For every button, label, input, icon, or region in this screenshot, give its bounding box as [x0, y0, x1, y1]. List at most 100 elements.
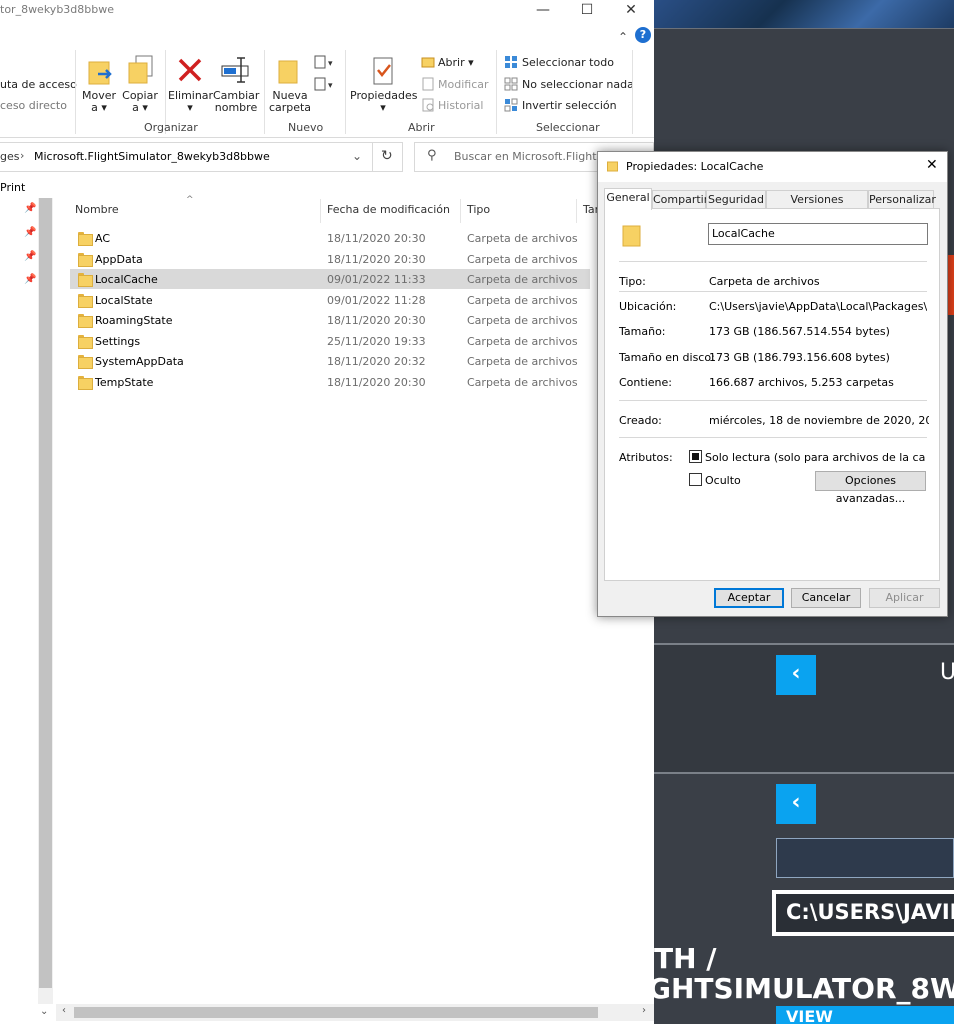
delete-button[interactable]: Eliminar ▾: [168, 54, 213, 116]
chevron-down-icon[interactable]: ⌄: [352, 149, 362, 163]
invert-selection-button[interactable]: Invertir selección: [522, 99, 617, 112]
new-folder-button[interactable]: Nueva carpeta: [268, 54, 312, 116]
svg-text:▾: ▾: [328, 81, 333, 91]
paste-shortcut-button[interactable]: ceso directo: [0, 99, 67, 112]
scroll-right-icon[interactable]: ›: [642, 1005, 646, 1016]
file-row[interactable]: TempState 18/11/2020 20:30 Carpeta de arch…: [70, 372, 590, 392]
file-date: 18/11/2020 20:30: [327, 252, 426, 266]
general-tab-panel: LocalCache Tipo: Carpeta de archivos Ubi…: [604, 208, 940, 581]
location-label: Ubicación:: [619, 300, 677, 313]
file-name: TempState: [95, 375, 154, 389]
created-value: miércoles, 18 de noviembre de 2020, 20:3…: [709, 414, 929, 427]
rename-button[interactable]: Cambiar nombre: [213, 54, 259, 116]
maximize-button[interactable]: ☐: [564, 0, 610, 22]
breadcrumb-prefix[interactable]: ges: [0, 150, 19, 163]
tab-general[interactable]: General: [604, 188, 652, 210]
chevron-up-icon[interactable]: ⌃: [618, 30, 628, 44]
hidden-checkbox[interactable]: [689, 473, 702, 486]
sort-up-icon: ^: [186, 195, 194, 205]
view-button[interactable]: VIEW: [776, 1006, 954, 1024]
column-date[interactable]: Fecha de modificación: [327, 203, 450, 216]
file-type: Carpeta de archivos: [467, 334, 578, 348]
file-row[interactable]: Settings 25/11/2020 19:33 Carpeta de archi…: [70, 331, 590, 351]
disk-size-value: 173 GB (186.793.156.608 bytes): [709, 351, 890, 364]
file-date: 25/11/2020 19:33: [327, 334, 426, 348]
pin-icon: 📌: [24, 274, 37, 285]
tab-versiones[interactable]: Versiones anteriores: [766, 190, 868, 224]
pin-quick-access-button[interactable]: uta de acceso: [0, 78, 77, 91]
scroll-left-icon[interactable]: ‹: [62, 1005, 66, 1016]
new-item-icon[interactable]: ▾: [314, 54, 338, 72]
select-all-button[interactable]: Seleccionar todo: [522, 56, 614, 69]
cancel-button[interactable]: Cancelar: [791, 588, 861, 608]
folder-name-input[interactable]: LocalCache: [708, 223, 928, 245]
type-value: Carpeta de archivos: [709, 275, 820, 288]
close-button[interactable]: ✕: [608, 0, 654, 22]
file-row[interactable]: SystemAppData 18/11/2020 20:32 Carpeta de …: [70, 351, 590, 371]
readonly-checkbox[interactable]: [689, 450, 702, 463]
file-explorer-window: tor_8wekyb3d8bbwe — ☐ ✕ ⌃ ? uta de acces…: [0, 0, 654, 1024]
nav-item-print[interactable]: Print: [0, 181, 25, 194]
svg-text:▾: ▾: [328, 59, 333, 69]
breadcrumb-current[interactable]: Microsoft.FlightSimulator_8wekyb3d8bbwe: [34, 150, 270, 163]
search-input[interactable]: Buscar en Microsoft.FlightSi: [454, 150, 607, 163]
back-arrow-button-2[interactable]: ‹: [776, 784, 816, 824]
ok-button[interactable]: Aceptar: [714, 588, 784, 608]
created-label: Creado:: [619, 414, 662, 427]
column-name[interactable]: Nombre: [75, 203, 119, 216]
folder-icon: [78, 355, 93, 369]
tab-seguridad[interactable]: Seguridad: [706, 190, 766, 210]
history-button[interactable]: Historial: [438, 99, 483, 112]
file-row[interactable]: RoamingState 18/11/2020 20:30 Carpeta de a…: [70, 310, 590, 330]
move-sub: a ▾: [91, 101, 107, 114]
game-input-empty[interactable]: [776, 838, 954, 878]
nav-scrollbar-thumb[interactable]: [39, 198, 52, 988]
tab-compartir[interactable]: Compartir: [652, 190, 708, 210]
file-name: SystemAppData: [95, 355, 184, 368]
properties-button[interactable]: Propiedades ▾: [350, 54, 417, 116]
open-icon: [421, 57, 435, 68]
file-type: Carpeta de archivos: [467, 293, 578, 307]
copy-sub: a ▾: [132, 101, 148, 114]
open-button[interactable]: Abrir ▾: [438, 56, 474, 69]
address-bar[interactable]: ges › Microsoft.FlightSimulator_8wekyb3d…: [0, 142, 403, 172]
file-row[interactable]: AC 18/11/2020 20:30 Carpeta de archivos: [70, 228, 590, 248]
folder-icon: [78, 273, 93, 287]
file-row[interactable]: LocalState 09/01/2022 11:28 Carpeta de arc…: [70, 290, 590, 310]
modify-button[interactable]: Modificar: [438, 78, 489, 91]
minimize-button[interactable]: —: [520, 0, 566, 22]
path-input[interactable]: C:\USERS\JAVIE: [776, 894, 954, 932]
tab-personalizar[interactable]: Personalizar: [868, 190, 936, 210]
copy-to-button[interactable]: Copiar a ▾: [120, 54, 160, 116]
select-none-button[interactable]: No seleccionar nada: [522, 78, 634, 91]
easy-access-icon[interactable]: ▾: [314, 76, 338, 94]
file-type: Carpeta de archivos: [467, 355, 578, 368]
back-arrow-button[interactable]: ‹: [776, 655, 816, 695]
divider: [460, 199, 461, 223]
divider: [619, 261, 927, 262]
dialog-close-icon[interactable]: ✕: [926, 157, 938, 173]
divider: [619, 291, 927, 292]
advanced-options-button[interactable]: Opciones avanzadas...: [815, 471, 926, 505]
column-type[interactable]: Tipo: [467, 203, 490, 216]
move-to-button[interactable]: Mover a ▾: [80, 54, 118, 116]
file-row[interactable]: AppData 18/11/2020 20:30 Carpeta de archiv…: [70, 249, 590, 269]
folder-icon: [607, 161, 618, 172]
window-title: tor_8wekyb3d8bbwe: [0, 3, 115, 16]
scroll-down-icon[interactable]: ⌄: [40, 1006, 48, 1017]
readonly-label[interactable]: Solo lectura (solo para archivos de la c…: [705, 451, 925, 464]
properties-sub: ▾: [380, 101, 386, 114]
hidden-label[interactable]: Oculto: [705, 474, 765, 487]
nav-scrollbar[interactable]: [38, 198, 53, 1004]
folder-icon: [78, 334, 93, 349]
attributes-label: Atributos:: [619, 451, 673, 464]
horizontal-scrollbar[interactable]: ‹ ›: [56, 1004, 654, 1021]
type-label: Tipo:: [619, 275, 646, 288]
horizontal-scrollbar-thumb[interactable]: [74, 1007, 598, 1018]
move-folder-icon: [88, 61, 112, 85]
refresh-icon[interactable]: ↻: [381, 148, 393, 164]
title-bar: tor_8wekyb3d8bbwe — ☐ ✕: [0, 0, 654, 24]
file-row[interactable]: LocalCache 09/01/2022 11:33 Carpeta de arc…: [70, 269, 590, 289]
apply-button[interactable]: Aplicar: [869, 588, 940, 608]
help-icon[interactable]: ?: [635, 27, 651, 43]
